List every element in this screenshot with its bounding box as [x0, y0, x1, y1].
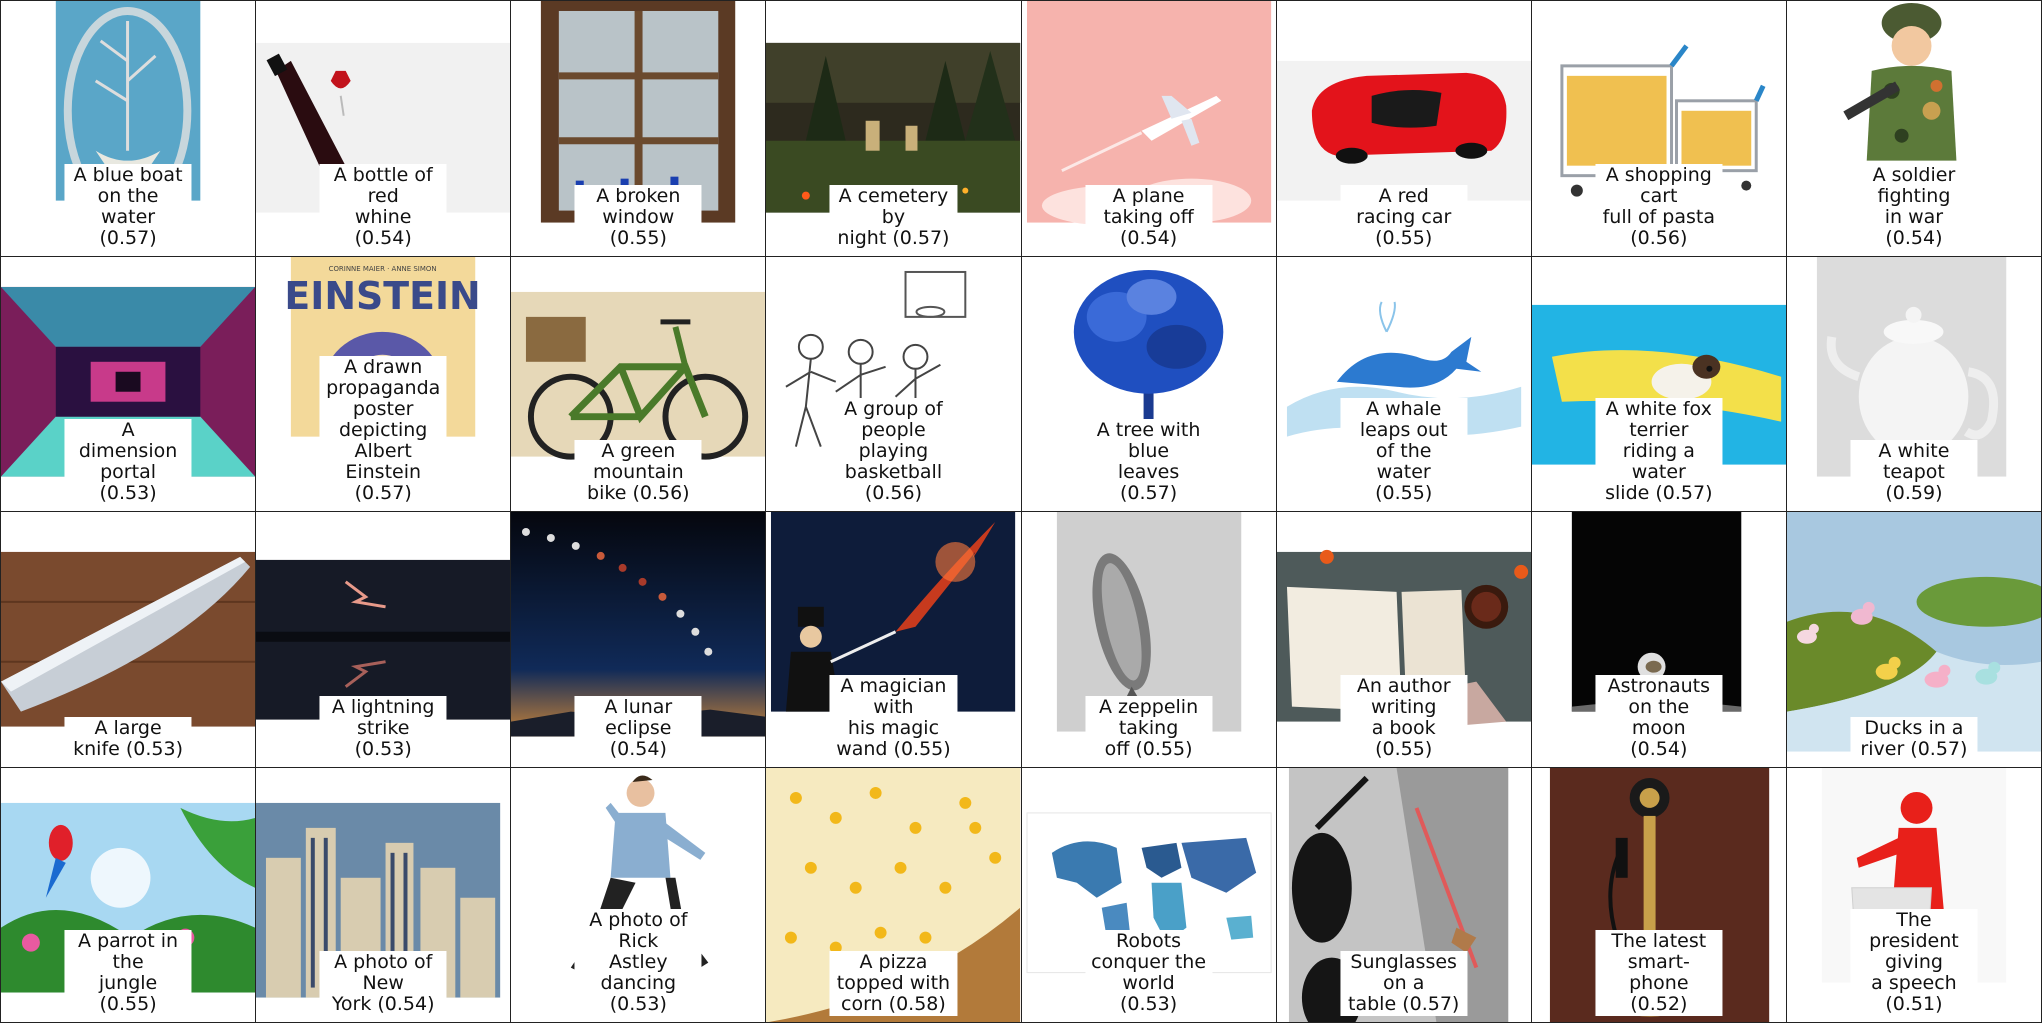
grid-cell-cemetery: A cemetery by night (0.57) — [766, 1, 1022, 257]
grid-cell-ducks: Ducks in a river (0.57) — [1786, 512, 2042, 768]
grid-cell-boat: A blue boat on the water (0.57) — [1, 1, 257, 257]
grid-cell-bike: A green mountain bike (0.56) — [511, 256, 767, 512]
caption: A zeppelin taking off (0.55) — [1085, 695, 1213, 761]
grid-cell-robotmap: Robots conquer the world (0.53) — [1021, 767, 1277, 1023]
caption: Sunglasses on a table (0.57) — [1340, 951, 1468, 1016]
caption: A green mountain bike (0.56) — [574, 440, 702, 505]
poster-subtitle: CORINNE MAIER · ANNE SIMON — [329, 264, 437, 272]
grid-cell-dancer: A photo of Rick Astley dancing (0.53) — [511, 767, 767, 1023]
caption: The president giving a speech (0.51) — [1850, 909, 1978, 1016]
grid-cell-racecar: A red racing car (0.55) — [1276, 1, 1532, 257]
caption: A bottle of red whine (0.54) — [319, 163, 447, 250]
grid-cell-zeppelin: A zeppelin taking off (0.55) — [1021, 512, 1277, 768]
grid-cell-sunglasses: Sunglasses on a table (0.57) — [1276, 767, 1532, 1023]
caption: Robots conquer the world (0.53) — [1085, 930, 1213, 1016]
caption: A group of people playing basketball (0.… — [829, 398, 957, 505]
caption: A lightning strike (0.53) — [319, 695, 447, 761]
grid-cell-plane: A plane taking off (0.54) — [1021, 1, 1277, 257]
grid-cell-knife: A large knife (0.53) — [1, 512, 257, 768]
caption: The latest smart- phone (0.52) — [1595, 930, 1723, 1016]
grid-cell-newyork: A photo of New York (0.54) — [256, 767, 512, 1023]
grid-cell-speech: The president giving a speech (0.51) — [1786, 767, 2042, 1023]
caption: A white teapot (0.59) — [1850, 440, 1978, 505]
grid-cell-portal: A dimension portal (0.53) — [1, 256, 257, 512]
caption: Ducks in a river (0.57) — [1850, 716, 1978, 761]
caption: A cemetery by night (0.57) — [829, 184, 957, 250]
grid-cell-whale: A whale leaps out of the water (0.55) — [1276, 256, 1532, 512]
grid-cell-bluetree: A tree with blue leaves (0.57) — [1021, 256, 1277, 512]
grid-cell-dog: A white fox terrier riding a water slide… — [1531, 256, 1787, 512]
caption: A drawn propaganda poster depicting Albe… — [319, 356, 447, 505]
grid-cell-teapot: A white teapot (0.59) — [1786, 256, 2042, 512]
caption: A lunar eclipse (0.54) — [574, 695, 702, 761]
grid-cell-einstein: CORINNE MAIER · ANNE SIMON EINSTEIN A dr… — [256, 256, 512, 512]
grid-cell-wine: A bottle of red whine (0.54) — [256, 1, 512, 257]
caption: A tree with blue leaves (0.57) — [1085, 419, 1213, 505]
grid-cell-magician: A magician with his magic wand (0.55) — [766, 512, 1022, 768]
poster-title: EINSTEIN — [285, 273, 481, 317]
caption: A parrot in the jungle (0.55) — [64, 930, 192, 1016]
grid-cell-pizza: A pizza topped with corn (0.58) — [766, 767, 1022, 1023]
caption: A red racing car (0.55) — [1340, 184, 1468, 250]
grid-cell-parrot: A parrot in the jungle (0.55) — [1, 767, 257, 1023]
grid-cell-shoppingcart: A shopping cart full of pasta (0.56) — [1531, 1, 1787, 257]
caption: A pizza topped with corn (0.58) — [829, 951, 957, 1016]
grid-cell-basketball: A group of people playing basketball (0.… — [766, 256, 1022, 512]
caption: A magician with his magic wand (0.55) — [829, 674, 957, 761]
grid-cell-lightning: A lightning strike (0.53) — [256, 512, 512, 768]
grid-cell-astronaut: Astronauts on the moon (0.54) — [1531, 512, 1787, 768]
caption: A whale leaps out of the water (0.55) — [1340, 398, 1468, 505]
caption: A photo of New York (0.54) — [319, 951, 447, 1016]
caption: A broken window (0.55) — [574, 184, 702, 250]
caption: A photo of Rick Astley dancing (0.53) — [574, 909, 702, 1016]
caption: Astronauts on the moon (0.54) — [1595, 674, 1723, 761]
caption: An author writing a book (0.55) — [1340, 674, 1468, 761]
caption: A large knife (0.53) — [64, 716, 192, 761]
grid-cell-window: A broken window (0.55) — [511, 1, 767, 257]
grid-cell-eclipse: A lunar eclipse (0.54) — [511, 512, 767, 768]
image-grid: A blue boat on the water (0.57) A bottle… — [0, 0, 2042, 1023]
caption: A blue boat on the water (0.57) — [64, 163, 192, 250]
grid-cell-telephone: The latest smart- phone (0.52) — [1531, 767, 1787, 1023]
caption: A white fox terrier riding a water slide… — [1595, 398, 1723, 505]
grid-cell-soldier: A soldier fighting in war (0.54) — [1786, 1, 2042, 257]
caption: A dimension portal (0.53) — [64, 419, 192, 505]
grid-cell-book: An author writing a book (0.55) — [1276, 512, 1532, 768]
caption: A shopping cart full of pasta (0.56) — [1595, 163, 1723, 250]
caption: A soldier fighting in war (0.54) — [1850, 163, 1978, 250]
caption: A plane taking off (0.54) — [1085, 184, 1213, 250]
